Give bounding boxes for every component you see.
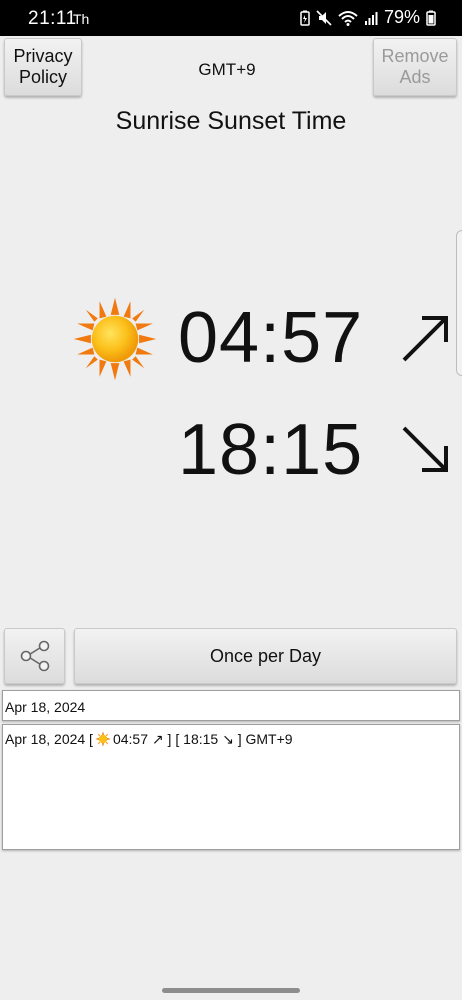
sunset-arrow-icon (402, 426, 448, 472)
side-panel-handle[interactable] (456, 230, 462, 376)
frequency-button[interactable]: Once per Day (74, 628, 457, 684)
sun-icon (73, 297, 157, 381)
status-icons: 79% (300, 7, 436, 28)
home-gesture-handle[interactable] (162, 988, 300, 993)
log-prefix: Apr 18, 2024 [ (5, 731, 93, 747)
sunrise-arrow-icon (402, 316, 448, 362)
remove-ads-label: Remove Ads (381, 46, 449, 87)
wifi-icon (338, 10, 358, 26)
mute-icon (316, 9, 332, 26)
page-title: Sunrise Sunset Time (115, 107, 347, 135)
app-screen: 21:11 Th 79% Privacy Policy GMT+9 Remove… (0, 0, 462, 1000)
log-sunset: [ 18:15 ↘ ] GMT+9 (175, 731, 293, 747)
status-time: 21:11 (28, 8, 77, 29)
status-day: Th (73, 11, 90, 27)
battery-percentage: 79% (383, 7, 420, 27)
signal-icon (364, 11, 378, 25)
log-textarea[interactable]: Apr 18, 2024 [ 04:57 ↗ ] [ 18:15 ↘ ] GMT… (2, 724, 460, 850)
date-field[interactable]: Apr 18, 2024 (2, 690, 460, 721)
remove-ads-button[interactable]: Remove Ads (373, 38, 457, 96)
share-button[interactable] (4, 628, 65, 684)
timezone-label: GMT+9 (198, 60, 256, 79)
share-icon (20, 640, 49, 672)
sunrise-time: 04:57 (178, 298, 364, 378)
sun-icon (95, 731, 111, 747)
frequency-label: Once per Day (209, 645, 322, 666)
status-bar: 21:11 Th 79% (0, 0, 462, 36)
battery-icon (426, 10, 436, 26)
date-value: Apr 18, 2024 (5, 699, 86, 715)
battery-saver-icon (300, 10, 310, 26)
sunset-time: 18:15 (178, 410, 364, 490)
privacy-policy-button[interactable]: Privacy Policy (4, 38, 82, 96)
privacy-policy-label: Privacy Policy (13, 46, 73, 87)
log-sunrise: 04:57 ↗ ] (112, 731, 172, 747)
navigation-bar (0, 980, 462, 1000)
